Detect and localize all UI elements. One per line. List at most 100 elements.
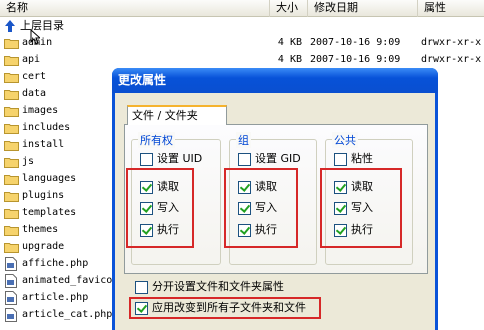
file-name: api (22, 54, 41, 65)
file-row[interactable]: api 4 KB 2007-10-16 9:09 drwxr-xr-x (0, 51, 484, 68)
file-perms: drwxr-xr-x (421, 54, 482, 65)
file-name: js (22, 156, 35, 167)
apply-recursive-checkbox[interactable]: 应用改变到所有子文件夹和文件 (135, 301, 306, 317)
file-name: themes (22, 224, 59, 235)
group-public-title: 公共 (332, 132, 358, 148)
sticky-label: 粘性 (351, 152, 373, 165)
parent-dir-label: 上层目录 (20, 19, 64, 32)
folder-icon (4, 39, 19, 49)
set-gid-box[interactable] (238, 152, 251, 166)
group-owner: 所有权 设置 UID 读取 写入 执行 (126, 132, 221, 265)
public-exec-label: 执行 (351, 223, 373, 236)
dialog-title[interactable]: 更改属性 (112, 68, 438, 93)
file-name: admin (22, 37, 53, 48)
group-read-checkbox[interactable]: 读取 (238, 180, 277, 196)
file-name: affiche.php (22, 258, 89, 269)
owner-exec-label: 执行 (157, 223, 179, 236)
file-name: plugins (22, 190, 65, 201)
public-read-label: 读取 (351, 180, 373, 193)
file-icon (5, 308, 17, 322)
owner-read-checkbox[interactable]: 读取 (140, 180, 179, 196)
file-date: 2007-10-16 9:09 (310, 54, 401, 65)
file-name: cert (22, 71, 47, 82)
group-group: 组 设置 GID 读取 写入 执行 (224, 132, 317, 265)
column-size[interactable]: 大小 (270, 0, 308, 17)
group-write-checkbox[interactable]: 写入 (238, 201, 277, 217)
file-icon (5, 291, 17, 305)
sticky-checkbox[interactable]: 粘性 (334, 152, 373, 168)
file-row[interactable]: admin 4 KB 2007-10-16 9:09 drwxr-xr-x (0, 34, 484, 51)
public-read-box[interactable] (334, 180, 347, 194)
tab-panel: 所有权 设置 UID 读取 写入 执行 组 设置 GID 读取 写入 执行 公共… (124, 124, 428, 274)
folder-icon (4, 226, 19, 236)
folder-icon (4, 90, 19, 100)
group-exec-box[interactable] (238, 223, 251, 237)
folder-icon (4, 243, 19, 253)
public-exec-checkbox[interactable]: 执行 (334, 223, 373, 239)
parent-dir-row[interactable]: 上层目录 (0, 17, 484, 34)
folder-icon (4, 141, 19, 151)
column-modified[interactable]: 修改日期 (308, 0, 418, 17)
folder-icon (4, 124, 19, 134)
group-exec-checkbox[interactable]: 执行 (238, 223, 277, 239)
group-owner-title: 所有权 (138, 132, 175, 148)
sticky-box[interactable] (334, 152, 347, 166)
file-date: 2007-10-16 9:09 (310, 37, 401, 48)
column-header: 名称 大小 修改日期 属性 (0, 0, 484, 17)
separate-attributes-label: 分开设置文件和文件夹属性 (152, 280, 284, 293)
file-icon (5, 257, 17, 271)
file-perms: drwxr-xr-x (421, 37, 482, 48)
file-name: animated_favicon (22, 275, 119, 286)
file-size: 4 KB (277, 54, 302, 65)
set-gid-label: 设置 GID (255, 152, 301, 165)
public-write-box[interactable] (334, 201, 347, 215)
group-read-box[interactable] (238, 180, 251, 194)
set-gid-checkbox[interactable]: 设置 GID (238, 152, 301, 168)
owner-exec-checkbox[interactable]: 执行 (140, 223, 179, 239)
separate-attributes-box[interactable] (135, 280, 148, 294)
owner-read-label: 读取 (157, 180, 179, 193)
file-size: 4 KB (277, 37, 302, 48)
file-name: templates (22, 207, 77, 218)
set-uid-checkbox[interactable]: 设置 UID (140, 152, 202, 168)
public-write-checkbox[interactable]: 写入 (334, 201, 373, 217)
folder-icon (4, 158, 19, 168)
file-name: languages (22, 173, 77, 184)
folder-icon (4, 209, 19, 219)
file-icon (5, 274, 17, 288)
column-name[interactable]: 名称 (0, 0, 270, 17)
file-name: data (22, 88, 47, 99)
column-perms[interactable]: 属性 (418, 0, 484, 17)
set-uid-box[interactable] (140, 152, 153, 166)
owner-write-checkbox[interactable]: 写入 (140, 201, 179, 217)
file-name: article_cat.php (22, 309, 113, 320)
owner-exec-box[interactable] (140, 223, 153, 237)
file-name: images (22, 105, 59, 116)
up-arrow-icon (5, 20, 15, 32)
public-write-label: 写入 (351, 201, 373, 214)
change-attributes-dialog: 更改属性 文件 / 文件夹 所有权 设置 UID 读取 写入 执行 组 设置 G… (112, 68, 438, 330)
folder-icon (4, 175, 19, 185)
group-exec-label: 执行 (255, 223, 277, 236)
group-read-label: 读取 (255, 180, 277, 193)
public-exec-box[interactable] (334, 223, 347, 237)
apply-recursive-label: 应用改变到所有子文件夹和文件 (152, 301, 306, 314)
group-write-box[interactable] (238, 201, 251, 215)
separate-attributes-checkbox[interactable]: 分开设置文件和文件夹属性 (135, 280, 284, 296)
tab-file-folder[interactable]: 文件 / 文件夹 (127, 105, 227, 125)
folder-icon (4, 73, 19, 83)
file-name: article.php (22, 292, 89, 303)
apply-recursive-box[interactable] (135, 301, 148, 315)
file-name: upgrade (22, 241, 65, 252)
folder-icon (4, 192, 19, 202)
set-uid-label: 设置 UID (157, 152, 203, 165)
file-name: includes (22, 122, 71, 133)
group-write-label: 写入 (255, 201, 277, 214)
file-name: install (22, 139, 65, 150)
public-read-checkbox[interactable]: 读取 (334, 180, 373, 196)
owner-write-label: 写入 (157, 201, 179, 214)
dialog-body: 文件 / 文件夹 所有权 设置 UID 读取 写入 执行 组 设置 GID 读取… (115, 93, 435, 330)
owner-write-box[interactable] (140, 201, 153, 215)
folder-icon (4, 56, 19, 66)
owner-read-box[interactable] (140, 180, 153, 194)
